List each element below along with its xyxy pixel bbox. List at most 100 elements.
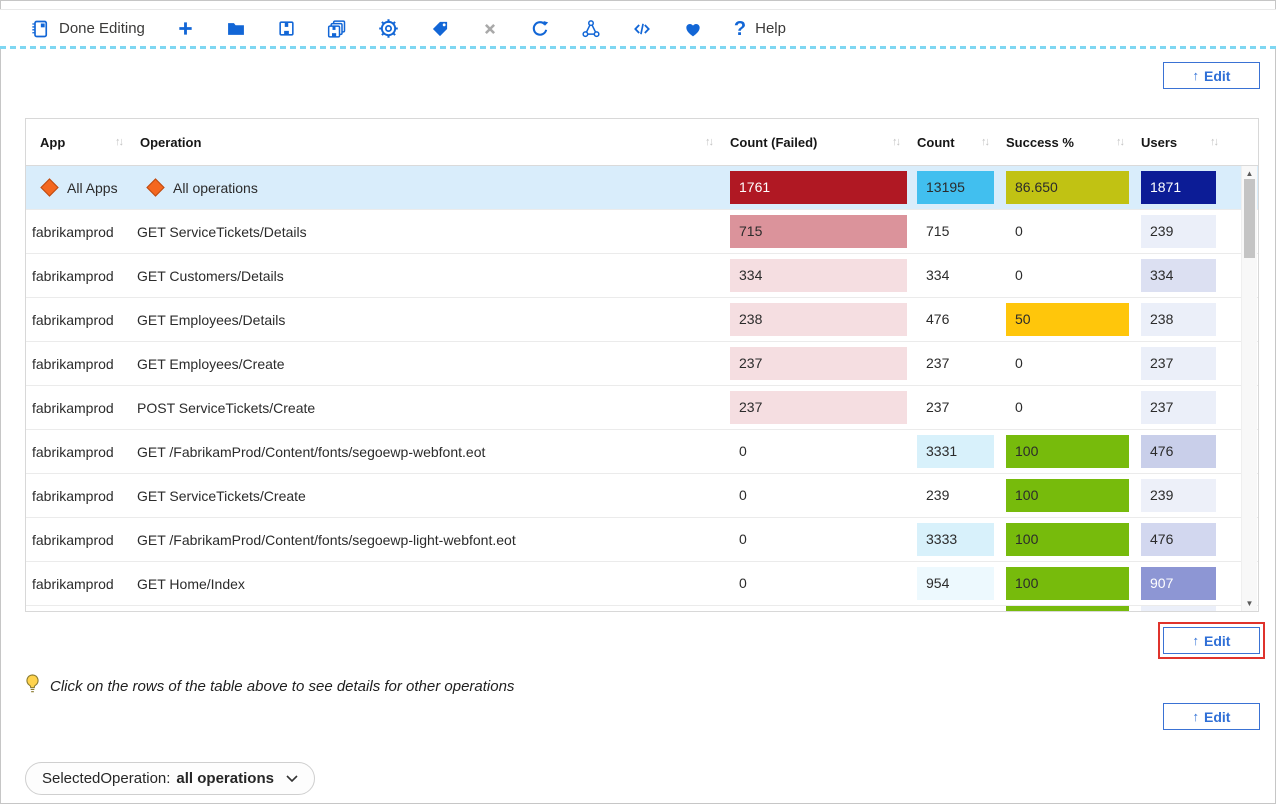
metric-cell: 239 xyxy=(1135,474,1229,517)
table-row[interactable]: fabrikamprodGET Employees/Create23723702… xyxy=(26,342,1258,386)
metric-value: 0 xyxy=(730,523,907,556)
metric-value: 100 xyxy=(1006,435,1129,468)
app-name: fabrikamprod xyxy=(32,312,114,328)
column-header-count-failed[interactable]: Count (Failed)↑↓ xyxy=(724,119,911,165)
refresh-button[interactable] xyxy=(530,19,550,39)
app-cell: fabrikamprod xyxy=(26,254,134,297)
metric-cell: 238 xyxy=(1135,298,1229,341)
save-all-button[interactable] xyxy=(327,19,347,39)
table-row[interactable]: All AppsAll operations17611319586.650187… xyxy=(26,166,1258,210)
scroll-down-icon[interactable]: ▼ xyxy=(1242,599,1257,608)
metric-cell: 86.650 xyxy=(1000,166,1135,209)
metric-cell: 0 xyxy=(724,430,911,473)
metric-value: 334 xyxy=(730,259,907,292)
metric-value: 476 xyxy=(917,303,994,336)
table-row[interactable]: fabrikamprodGET /FabrikamProd/Content/fo… xyxy=(26,430,1258,474)
metric-cell: 239 xyxy=(1135,210,1229,253)
metric-value: 86.650 xyxy=(1006,171,1129,204)
close-button[interactable] xyxy=(481,20,499,38)
table-row[interactable]: fabrikamprod POST ServiceTickets/Create 23… xyxy=(26,386,1258,430)
operation-cell: All operations xyxy=(134,166,724,209)
tip-text: Click on the rows of the table above to … xyxy=(50,678,514,695)
operation-name: All operations xyxy=(173,180,258,196)
app-cell: fabrikamprod xyxy=(26,386,134,429)
metric-cell: 0 xyxy=(1000,342,1135,385)
favorite-heart-button[interactable] xyxy=(683,19,703,39)
metric-value xyxy=(1006,606,1129,611)
metric-cell: 0 xyxy=(1000,386,1135,429)
operation-name: GET ServiceTickets/Create xyxy=(137,488,306,504)
toolbar-label: Help xyxy=(755,20,786,37)
metric-cell: 3333 xyxy=(911,518,1000,561)
diamond-marker-icon xyxy=(146,178,164,196)
refresh-icon xyxy=(530,19,550,39)
edit-button-top[interactable]: ↑ Edit xyxy=(1163,62,1260,89)
share-button[interactable] xyxy=(581,19,601,39)
operation-cell: GET Employees/Details xyxy=(134,298,724,341)
metric-cell: 907 xyxy=(1135,562,1229,605)
metric-cell xyxy=(911,606,1000,611)
app-name: fabrikamprod xyxy=(32,268,114,284)
highlight-box-red: ↑ Edit xyxy=(1158,622,1265,659)
table-row[interactable] xyxy=(26,606,1258,611)
save-button[interactable] xyxy=(277,19,296,38)
metric-cell: 50 xyxy=(1000,298,1135,341)
metric-cell: 1871 xyxy=(1135,166,1229,209)
table-row[interactable]: fabrikamprodGET ServiceTickets/Create023… xyxy=(26,474,1258,518)
operation-cell: POST ServiceTickets/Create xyxy=(134,386,724,429)
tag-button[interactable] xyxy=(430,19,450,39)
app-name: fabrikamprod xyxy=(32,576,114,592)
settings-gear-button[interactable] xyxy=(378,18,399,39)
metric-cell: 334 xyxy=(1135,254,1229,297)
selected-operation-dropdown[interactable]: SelectedOperation: all operations xyxy=(25,762,315,795)
app-cell: fabrikamprod xyxy=(26,430,134,473)
column-label: Operation xyxy=(140,135,201,150)
metric-cell: 100 xyxy=(1000,474,1135,517)
column-header-app[interactable]: App↑↓ xyxy=(26,119,134,165)
help-button[interactable]: ?Help xyxy=(734,19,786,39)
metric-value: 100 xyxy=(1006,479,1129,512)
table-row[interactable]: fabrikamprod GET Employees/Details 238 4765… xyxy=(26,298,1258,342)
add-button[interactable] xyxy=(176,19,195,38)
table-row[interactable]: fabrikamprodGET Home/Index0954100907 xyxy=(26,562,1258,606)
parameter-value: all operations xyxy=(176,770,274,787)
operation-cell: GET ServiceTickets/Create xyxy=(134,474,724,517)
workbook-edit-page: Done Editing?Help ↑ Edit App↑↓Operation↑… xyxy=(0,0,1276,804)
vertical-scrollbar[interactable]: ▲ ▼ xyxy=(1241,166,1257,611)
column-header-success[interactable]: Success %↑↓ xyxy=(1000,119,1135,165)
tip-row: Click on the rows of the table above to … xyxy=(25,674,514,698)
toolbar-label: Done Editing xyxy=(59,20,145,37)
app-name: fabrikamprod xyxy=(32,400,114,416)
metric-cell: 334 xyxy=(724,254,911,297)
edit-button-table[interactable]: ↑ Edit xyxy=(1163,627,1260,654)
edit-button-text[interactable]: ↑ Edit xyxy=(1163,703,1260,730)
metric-value xyxy=(917,606,994,611)
table-row[interactable]: fabrikamprodGET ServiceTickets/Details71… xyxy=(26,210,1258,254)
metric-value: 0 xyxy=(730,435,907,468)
share-icon xyxy=(581,19,601,39)
operation-name: GET Employees/Create xyxy=(137,356,285,372)
metric-cell: 3331 xyxy=(911,430,1000,473)
metric-cell: 476 xyxy=(911,298,1000,341)
table-row[interactable]: fabrikamprodGET Customers/Details3343340… xyxy=(26,254,1258,298)
table-header: App↑↓Operation↑↓Count (Failed)↑↓Count↑↓S… xyxy=(26,119,1258,166)
table-body: All AppsAll operations17611319586.650187… xyxy=(26,166,1258,611)
metric-value: 334 xyxy=(917,259,994,292)
scroll-up-icon[interactable]: ▲ xyxy=(1242,169,1257,178)
metric-value: 334 xyxy=(1141,259,1216,292)
edit-button-label: Edit xyxy=(1204,709,1230,725)
column-header-operation[interactable]: Operation↑↓ xyxy=(134,119,724,165)
metric-value: 100 xyxy=(1006,567,1129,600)
metric-cell: 476 xyxy=(1135,518,1229,561)
code-view-button[interactable] xyxy=(632,19,652,39)
column-header-count[interactable]: Count↑↓ xyxy=(911,119,1000,165)
scrollbar-thumb[interactable] xyxy=(1244,179,1255,258)
table-row[interactable]: fabrikamprodGET /FabrikamProd/Content/fo… xyxy=(26,518,1258,562)
metric-cell: 0 xyxy=(724,518,911,561)
column-header-users[interactable]: Users↑↓ xyxy=(1135,119,1229,165)
notebook-edit-button[interactable]: Done Editing xyxy=(30,19,145,39)
sort-icon: ↑↓ xyxy=(886,136,899,148)
metric-value: 239 xyxy=(1141,215,1216,248)
open-folder-button[interactable] xyxy=(226,19,246,39)
metric-cell: 237 xyxy=(1135,386,1229,429)
